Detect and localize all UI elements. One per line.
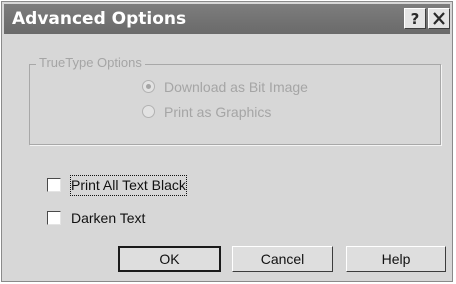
ok-button[interactable]: OK	[118, 246, 221, 272]
radio-label: Download as Bit Image	[164, 79, 308, 95]
advanced-options-dialog: Advanced Options ? TrueType Options Down…	[1, 1, 453, 282]
radio-selected-icon	[142, 80, 155, 93]
close-icon	[433, 12, 445, 25]
svg-text:?: ?	[411, 10, 420, 28]
help-button[interactable]: ?	[404, 8, 426, 29]
title-bar[interactable]: Advanced Options ?	[4, 4, 450, 34]
checkbox-label: Darken Text	[71, 210, 146, 226]
close-button[interactable]	[428, 8, 450, 29]
dialog-title: Advanced Options	[12, 9, 187, 29]
radio-label: Print as Graphics	[164, 104, 272, 120]
checkbox-box[interactable]	[47, 178, 61, 192]
truetype-options-label: TrueType Options	[36, 54, 145, 72]
help-dialog-button[interactable]: Help	[346, 246, 446, 272]
radio-unselected-icon	[142, 105, 155, 118]
checkbox-label: Print All Text Black	[70, 175, 187, 196]
checkbox-box[interactable]	[47, 211, 61, 225]
cancel-button[interactable]: Cancel	[232, 246, 333, 272]
question-mark-icon: ?	[411, 10, 420, 28]
